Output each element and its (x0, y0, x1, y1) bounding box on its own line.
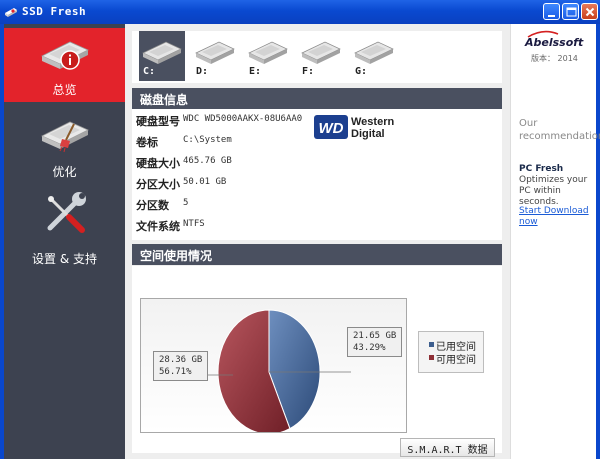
disk-info-header: 磁盘信息 (132, 88, 502, 109)
drive-label: F: (302, 66, 315, 77)
drive-label: E: (249, 66, 262, 77)
app-icon (5, 8, 17, 17)
drive-label: G: (355, 66, 368, 77)
close-icon (585, 7, 595, 17)
start-download-link[interactable]: Start Download now (519, 206, 589, 228)
ssd-drive-icon (195, 41, 235, 64)
space-usage-header: 空间使用情况 (132, 244, 502, 265)
hdd-sweep-icon (41, 121, 89, 153)
drive-tile-d[interactable]: D: (192, 31, 238, 81)
pie-chart-area: 21.65 GB 43.29% 28.36 GB 56.71% (140, 298, 407, 435)
maximize-button[interactable] (562, 3, 579, 20)
space-usage-panel: 21.65 GB 43.29% 28.36 GB 56.71% 已用空间 可用空… (132, 266, 502, 457)
smart-data-button[interactable]: S.M.A.R.T 数据 (400, 438, 495, 457)
sidebar-item-label: 优化 (52, 165, 77, 179)
svg-text:Digital: Digital (351, 128, 385, 140)
sidebar: 总览 优化 设置 & 支持 (4, 24, 125, 459)
free-space-data-label: 28.36 GB 56.71% (153, 351, 209, 381)
promo-sidebar: Abelssoft 版本： 2014 Our recommendation: P… (510, 24, 600, 459)
info-label: 硬盘型号 (136, 115, 180, 128)
svg-text:WD: WD (319, 120, 344, 137)
recommendation-heading: Our recommendation: (519, 118, 600, 142)
sidebar-item-overview[interactable]: 总览 (4, 28, 125, 102)
info-value: 50.01 GB (183, 177, 227, 187)
drive-selector: C: D: E: F: G: (132, 31, 502, 83)
brand-logo: Abelssoft (525, 36, 584, 49)
disk-info-panel: 硬盘型号 WDC WD5000AAKX-08U6AA0 卷标 C:\System… (132, 109, 502, 240)
info-label: 分区数 (136, 199, 169, 212)
info-value: 465.76 GB (183, 156, 232, 166)
legend-item-used: 已用空间 (429, 338, 483, 353)
info-label: 分区大小 (136, 178, 180, 191)
title-bar: SSD Fresh (0, 0, 600, 24)
wrench-screwdriver-icon (47, 192, 86, 233)
window-frame-right (596, 24, 600, 459)
legend-item-free: 可用空间 (429, 351, 483, 366)
legend-swatch (429, 355, 434, 360)
used-percent: 43.29% (353, 343, 386, 353)
used-space-data-label: 21.65 GB 43.29% (347, 327, 403, 357)
drive-tile-c[interactable]: C: (139, 31, 185, 81)
ssd-drive-icon (142, 41, 182, 64)
window-title: SSD Fresh (22, 5, 87, 18)
free-percent: 56.71% (159, 367, 192, 377)
drive-label: C: (143, 66, 156, 77)
version-text: 版本： 2014 (531, 54, 578, 63)
main-panel: C: D: E: F: G: 磁盘信息 硬盘型号 WDC WD5000AAKX-… (125, 24, 510, 459)
sidebar-item-label: 总览 (52, 83, 77, 97)
info-label: 文件系统 (136, 220, 180, 233)
info-value: NTFS (183, 219, 205, 229)
drive-tile-e[interactable]: E: (245, 31, 291, 81)
sidebar-item-settings-support[interactable]: 设置 & 支持 (4, 188, 125, 266)
ssd-drive-icon (248, 41, 288, 64)
svg-text:Western: Western (351, 116, 394, 128)
promo-product-name: PC Fresh (519, 164, 564, 174)
minimize-icon (548, 15, 555, 17)
ssd-drive-icon (354, 41, 394, 64)
hdd-info-icon (41, 41, 89, 70)
chart-legend: 已用空间 可用空间 (418, 331, 484, 373)
info-label: 硬盘大小 (136, 157, 180, 170)
western-digital-logo: WD Western Digital (314, 115, 394, 140)
info-value: 5 (183, 198, 189, 208)
info-value: C:\System (183, 135, 232, 145)
drive-label: D: (196, 66, 209, 77)
promo-description: Optimizes your PC within seconds. (519, 175, 588, 207)
legend-swatch (429, 342, 434, 347)
close-button[interactable] (581, 3, 598, 20)
ssd-drive-icon (301, 41, 341, 64)
drive-tile-g[interactable]: G: (351, 31, 397, 81)
sidebar-item-label: 设置 & 支持 (32, 252, 97, 266)
free-size: 28.36 GB (159, 355, 203, 365)
drive-tile-f[interactable]: F: (298, 31, 344, 81)
minimize-button[interactable] (543, 3, 560, 20)
legend-label: 可用空间 (436, 355, 476, 366)
info-label: 卷标 (136, 136, 158, 149)
maximize-icon (566, 7, 577, 17)
info-value: WDC WD5000AAKX-08U6AA0 (183, 114, 303, 124)
sidebar-item-optimize[interactable]: 优化 (4, 108, 125, 182)
used-size: 21.65 GB (353, 331, 397, 341)
